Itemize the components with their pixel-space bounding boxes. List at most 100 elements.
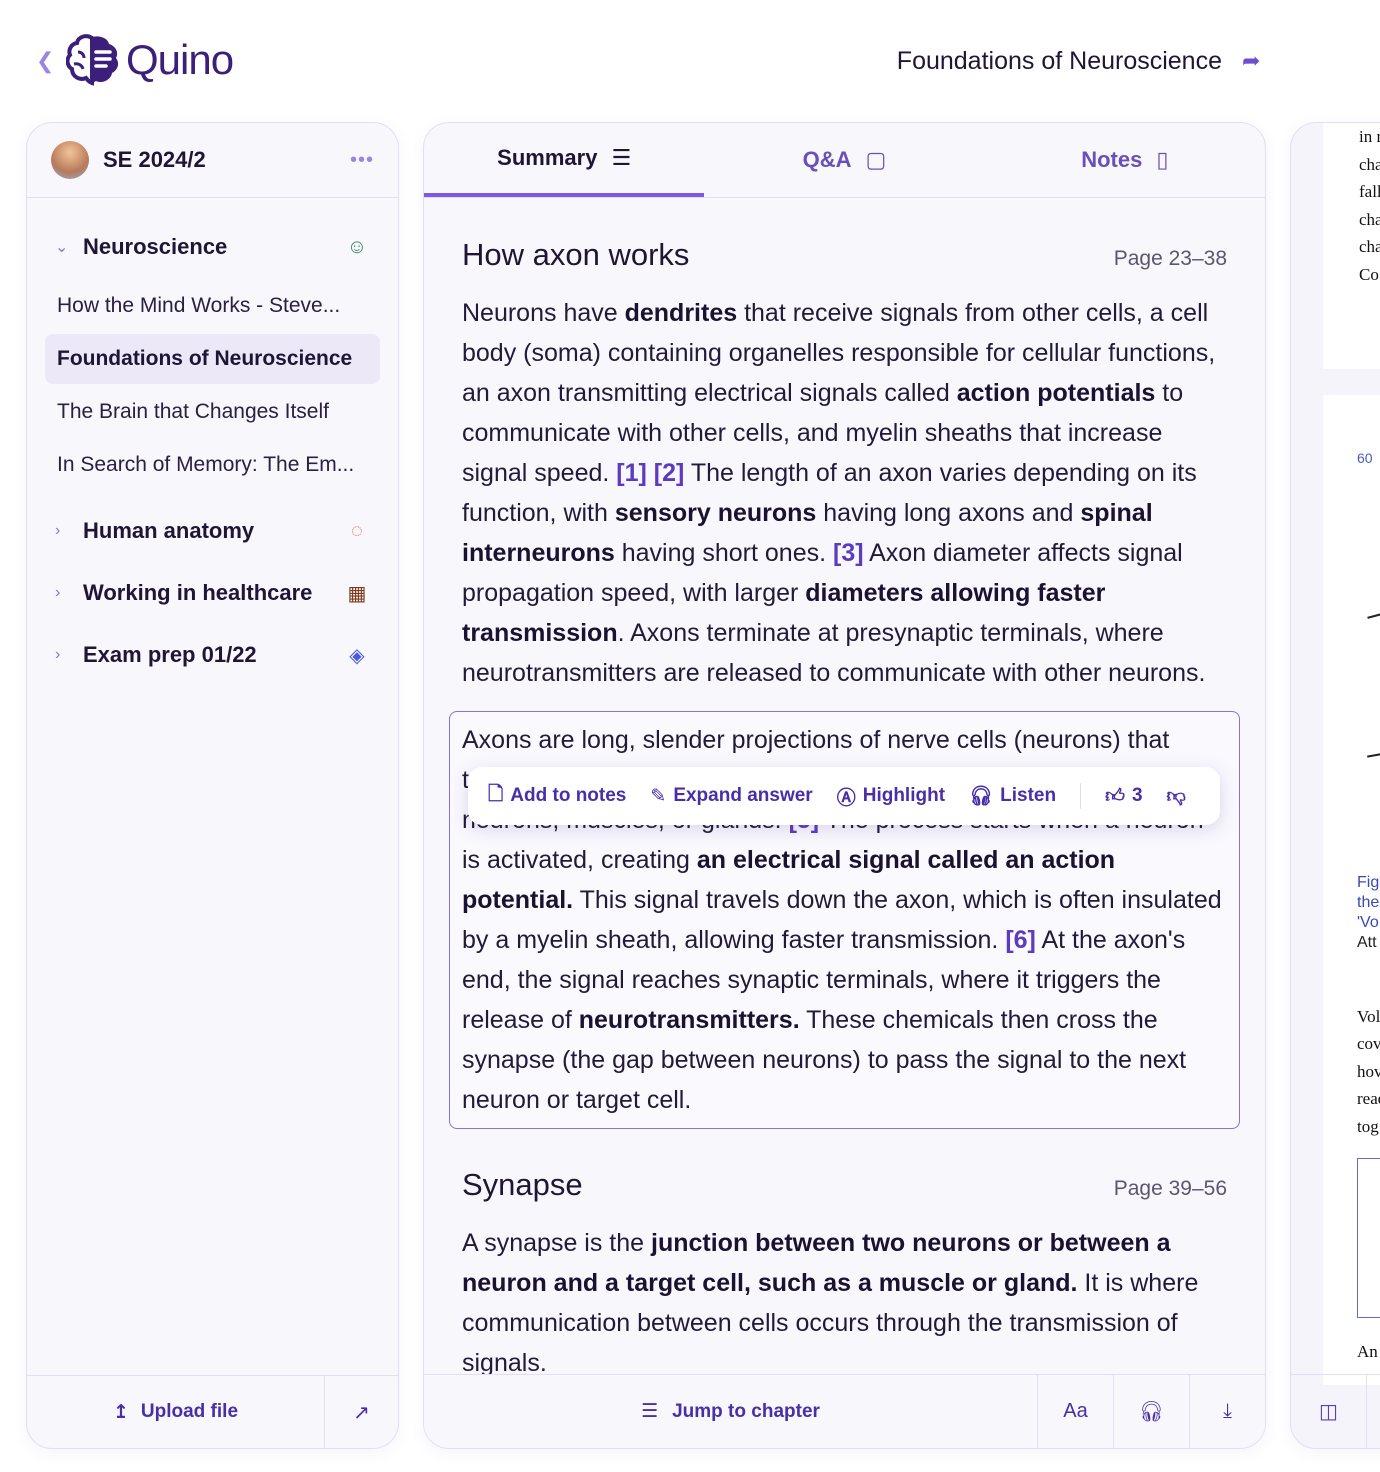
chevron-right-icon: › bbox=[55, 522, 61, 539]
page-number: 60 bbox=[1357, 450, 1373, 466]
logo[interactable]: Quino bbox=[66, 34, 234, 86]
expand-answer-button[interactable]: ✎ Expand answer bbox=[650, 785, 812, 808]
like-count: 3 bbox=[1131, 785, 1143, 806]
text-box bbox=[1357, 1158, 1380, 1318]
caption-line: the bbox=[1357, 893, 1380, 911]
workspace-name: SE 2024/2 bbox=[103, 147, 206, 172]
chevron-right-icon: › bbox=[55, 584, 61, 601]
page-text: An bbox=[1357, 1342, 1378, 1361]
bold-term: junction between two neurons or between … bbox=[462, 1229, 1171, 1297]
citation-link[interactable]: [3] bbox=[833, 539, 864, 567]
external-link-icon[interactable]: ↗ bbox=[324, 1376, 398, 1448]
chevron-down-icon: ⌄ bbox=[55, 239, 69, 256]
note-icon: ▯ bbox=[1156, 147, 1169, 172]
thumbs-down-icon: 👎︎ bbox=[1166, 785, 1186, 807]
page-text-line: cha bbox=[1359, 154, 1380, 174]
page-text-line: Vol bbox=[1357, 1006, 1380, 1026]
preview-page: 60 Fig the 'Vo Att Vol cov hov read tog An bbox=[1323, 395, 1380, 1385]
group-label: Exam prep 01/22 bbox=[83, 642, 257, 667]
document-preview[interactable]: in r cha fall cha cha Co 60 Fig the 'Vo Att Vol c… bbox=[1290, 122, 1380, 1449]
page-text-line: cha bbox=[1359, 237, 1380, 256]
caption-line: Fig bbox=[1357, 873, 1380, 891]
summary-panel: Summary ☰ Q&A ▢ Notes ▯ How axon works Page 23… bbox=[423, 122, 1266, 1449]
bold-term: dendrites bbox=[624, 299, 738, 327]
sidebar-item[interactable]: In Search of Memory: The Em... bbox=[45, 440, 380, 490]
dislike-button[interactable]: 👎︎ bbox=[1167, 785, 1186, 808]
hospital-icon: ▦ bbox=[347, 582, 367, 605]
workspace-header: SE 2024/2 ••• bbox=[27, 123, 398, 198]
edit-doc-icon: ✎ bbox=[650, 785, 667, 807]
figure-caption: Fig the 'Vo Att bbox=[1323, 873, 1380, 953]
collection-tree: ⌄ Neuroscience ☺ How the Mind Works - Steve… bbox=[27, 198, 398, 704]
add-to-notes-button[interactable]: 🗋 Add to notes bbox=[488, 780, 626, 812]
page-text-line: hov bbox=[1357, 1061, 1380, 1081]
back-chevron-icon[interactable]: ❮ bbox=[36, 48, 54, 74]
upload-file-button[interactable]: ↥ Upload file bbox=[27, 1376, 324, 1448]
group-label: Human anatomy bbox=[83, 518, 255, 543]
section-title: How axon works bbox=[462, 237, 690, 272]
page-text-line: Co bbox=[1359, 264, 1379, 284]
tab-label: Q&A bbox=[802, 147, 852, 172]
headphones-icon[interactable]: 🎧︎ bbox=[1113, 1375, 1189, 1448]
highlighter-icon: Ⓐ bbox=[836, 787, 856, 809]
more-options-icon[interactable]: ••• bbox=[350, 149, 374, 172]
sidebar-group[interactable]: › Human anatomy ◌ bbox=[45, 500, 380, 562]
highlight-label: Highlight bbox=[862, 785, 946, 806]
bold-term: neurotransmitters. bbox=[578, 1006, 800, 1034]
font-size-button[interactable]: Aa bbox=[1037, 1375, 1113, 1448]
headphones-icon: 🎧︎ bbox=[969, 786, 994, 807]
selection-toolbar: 🗋 Add to notes ✎ Expand answer Ⓐ Highlight … bbox=[468, 767, 1220, 825]
preview-page: in r cha fall cha cha Co bbox=[1323, 123, 1380, 369]
bold-term: action potentials bbox=[956, 379, 1156, 407]
summary-content[interactable]: How axon works Page 23–38 Neurons have de… bbox=[424, 199, 1265, 1374]
sidebar-group[interactable]: ⌄ Neuroscience ☺ bbox=[45, 216, 380, 278]
sidebar-group[interactable]: › Exam prep 01/22 ◈ bbox=[45, 624, 380, 686]
list-icon: ☰ bbox=[611, 145, 632, 170]
smiling-face-with-halo-icon: ☺ bbox=[346, 235, 368, 258]
page-text-line: in r bbox=[1359, 127, 1380, 146]
like-button[interactable]: 👍︎ 3 bbox=[1105, 785, 1142, 808]
jump-label: Jump to chapter bbox=[672, 1400, 820, 1422]
thumbs-up-icon: 👍︎ bbox=[1105, 785, 1125, 807]
tab-summary[interactable]: Summary ☰ bbox=[424, 123, 705, 197]
jump-to-chapter-button[interactable]: ☰ Jump to chapter bbox=[424, 1375, 1037, 1448]
sidebar-item[interactable]: The Brain that Changes Itself bbox=[45, 387, 380, 437]
page-text-line: fall bbox=[1359, 182, 1380, 201]
citation-link[interactable]: [1] [2] bbox=[616, 459, 684, 487]
listen-button[interactable]: 🎧︎ Listen bbox=[969, 784, 1056, 808]
tab-label: Notes bbox=[1081, 147, 1143, 172]
tab-notes[interactable]: Notes ▯ bbox=[985, 123, 1265, 197]
caption-line: 'Vo bbox=[1357, 913, 1379, 931]
tab-qa[interactable]: Q&A ▢ bbox=[704, 123, 984, 197]
sidebar-item[interactable]: How the Mind Works - Steve... bbox=[45, 281, 380, 331]
group-label: Neuroscience bbox=[83, 234, 228, 259]
highlight-button[interactable]: Ⓐ Highlight bbox=[837, 783, 945, 810]
panel-layout-icon[interactable]: ◫ bbox=[1291, 1375, 1367, 1448]
add-to-notes-label: Add to notes bbox=[510, 785, 627, 806]
expand-answer-label: Expand answer bbox=[673, 785, 813, 806]
share-icon[interactable]: ➦ bbox=[1242, 48, 1260, 74]
app-name: Quino bbox=[126, 36, 234, 83]
citation-link[interactable]: [6] bbox=[1005, 926, 1036, 954]
footprint-icon: ◌ bbox=[351, 519, 363, 542]
chat-icon: ▢ bbox=[865, 147, 887, 172]
listen-label: Listen bbox=[1000, 785, 1057, 806]
page-text-line: read bbox=[1357, 1089, 1380, 1108]
workspace-avatar bbox=[51, 141, 89, 179]
download-file-icon[interactable]: ⤓ bbox=[1189, 1375, 1265, 1448]
sidebar: SE 2024/2 ••• ⌄ Neuroscience ☺ How the Mind… bbox=[26, 122, 399, 1449]
sidebar-item[interactable]: Foundations of Neuroscience bbox=[45, 334, 380, 384]
section-paragraph: A synapse is the junction between two ne… bbox=[462, 1229, 1199, 1374]
bold-term: an electrical signal called an action po… bbox=[462, 846, 1116, 914]
page-range: Page 39–56 bbox=[1113, 1177, 1227, 1200]
caption-line: Att bbox=[1357, 933, 1377, 951]
upload-label: Upload file bbox=[140, 1401, 239, 1422]
bold-term: sensory neurons bbox=[614, 499, 817, 527]
group-label: Working in healthcare bbox=[83, 580, 313, 605]
page-text-line: cha bbox=[1359, 209, 1380, 229]
list-search-icon: ☰ bbox=[641, 1401, 659, 1422]
page-text-line: tog bbox=[1357, 1116, 1379, 1136]
section-title: Synapse bbox=[462, 1167, 583, 1202]
sidebar-group[interactable]: › Working in healthcare ▦ bbox=[45, 562, 380, 624]
figure bbox=[1323, 473, 1380, 873]
